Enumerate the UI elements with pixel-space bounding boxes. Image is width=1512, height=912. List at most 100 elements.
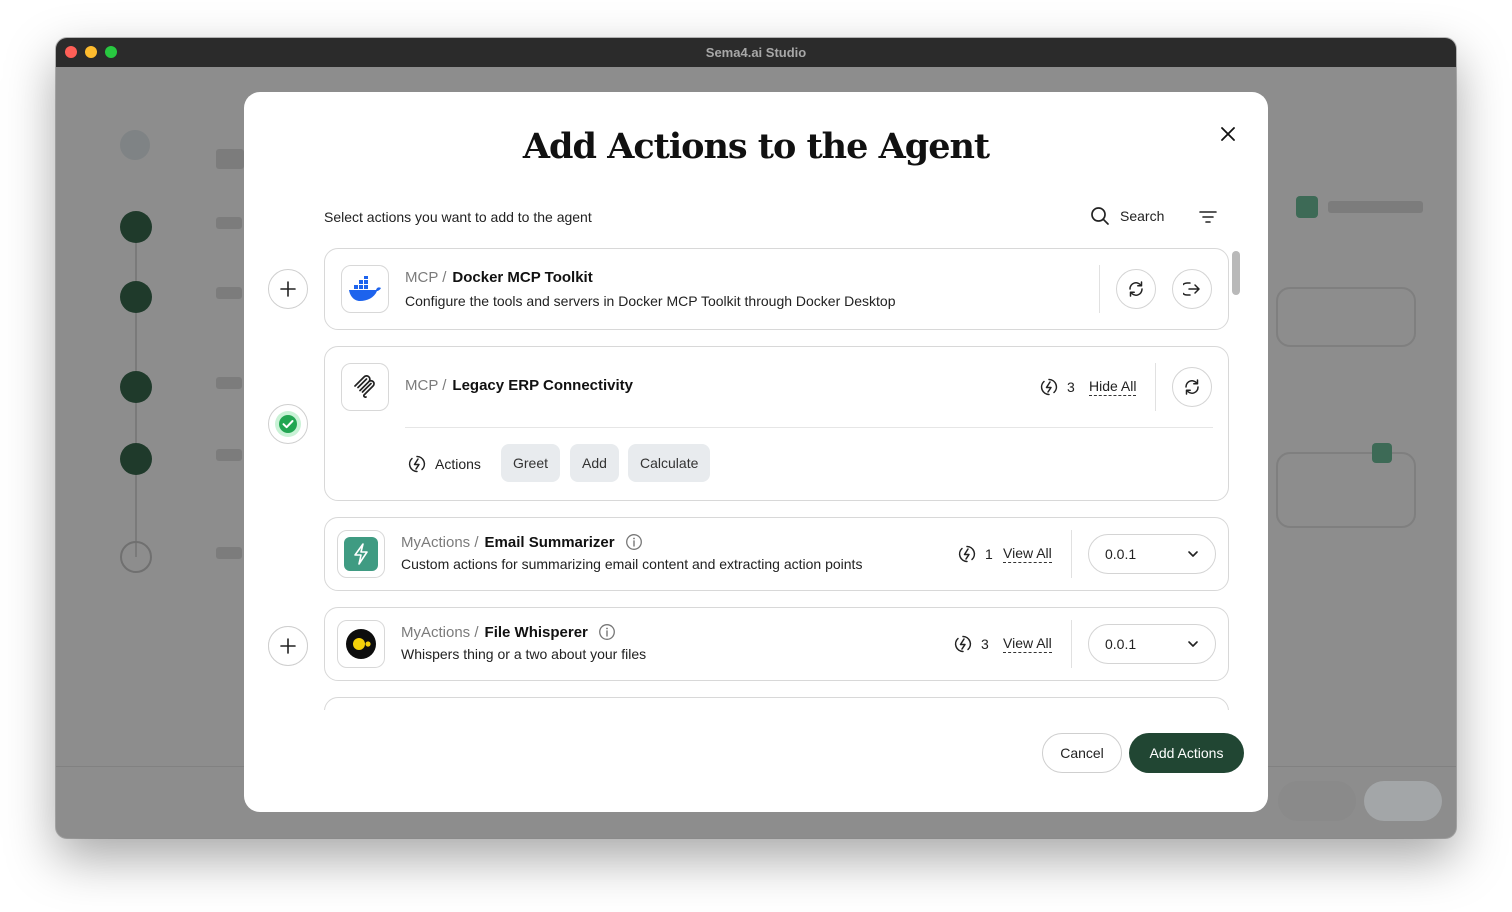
refresh-icon bbox=[1185, 379, 1199, 395]
action-chip-greet[interactable]: Greet bbox=[501, 444, 561, 482]
ghost-text bbox=[216, 149, 244, 169]
view-all-link[interactable]: View All bbox=[1003, 545, 1052, 563]
add-actions-button[interactable]: Add Actions bbox=[1129, 733, 1244, 773]
filter-icon bbox=[1199, 211, 1217, 223]
ghost-button bbox=[1278, 781, 1356, 821]
selected-action-toggle[interactable] bbox=[268, 404, 308, 444]
ghost-text bbox=[216, 449, 242, 461]
action-card-legacy-erp[interactable]: MCP / Legacy ERP Connectivity 3 Hide All… bbox=[324, 346, 1229, 501]
action-name: Email Summarizer bbox=[484, 533, 615, 551]
modal-title: Add Actions to the Agent bbox=[522, 126, 990, 167]
action-prefix: MCP / bbox=[405, 377, 447, 394]
ghost-text bbox=[216, 217, 242, 229]
divider bbox=[1071, 530, 1072, 578]
open-external-button[interactable] bbox=[1172, 269, 1212, 309]
docker-whale-icon bbox=[341, 265, 389, 313]
search-label: Search bbox=[1120, 208, 1165, 224]
search-button[interactable]: Search bbox=[1090, 206, 1164, 226]
check-circle-icon bbox=[275, 411, 301, 437]
ghost-button bbox=[1364, 781, 1442, 821]
info-icon[interactable] bbox=[625, 533, 643, 551]
refresh-button[interactable] bbox=[1116, 269, 1156, 309]
login-arrow-icon bbox=[1183, 282, 1200, 296]
action-card-partial[interactable] bbox=[324, 697, 1229, 710]
add-actions-modal: Add Actions to the Agent Select actions … bbox=[244, 92, 1268, 812]
version-select[interactable]: 0.0.1 bbox=[1088, 624, 1216, 664]
lightning-circle-icon bbox=[958, 545, 976, 563]
action-count-value: 1 bbox=[985, 546, 993, 562]
ghost-checkbox bbox=[1296, 196, 1318, 218]
action-card-email-summarizer[interactable]: MyActions / Email Summarizer Custom acti… bbox=[324, 517, 1229, 591]
actions-label-text: Actions bbox=[435, 456, 481, 472]
filter-button[interactable] bbox=[1198, 207, 1218, 227]
add-action-button[interactable] bbox=[268, 626, 308, 666]
version-value: 0.0.1 bbox=[1105, 546, 1137, 562]
lightning-logo-icon bbox=[337, 530, 385, 578]
window-title: Sema4.ai Studio bbox=[705, 45, 807, 60]
hide-all-link[interactable]: Hide All bbox=[1089, 378, 1137, 396]
ghost-box bbox=[1276, 287, 1416, 347]
action-card-file-whisperer[interactable]: MyActions / File Whisperer Whispers thin… bbox=[324, 607, 1229, 681]
action-name: Docker MCP Toolkit bbox=[452, 269, 593, 286]
wizard-step bbox=[120, 211, 152, 243]
action-chip-add[interactable]: Add bbox=[570, 444, 619, 482]
action-title: MCP / Docker MCP Toolkit bbox=[405, 269, 593, 286]
lightning-circle-icon bbox=[1040, 378, 1058, 396]
action-card-docker-mcp-toolkit[interactable]: MCP / Docker MCP Toolkit Configure the t… bbox=[324, 248, 1229, 330]
action-chip-calculate[interactable]: Calculate bbox=[628, 444, 711, 482]
divider bbox=[1071, 620, 1072, 668]
zoom-window-button[interactable] bbox=[105, 46, 117, 58]
lightning-circle-icon bbox=[954, 635, 972, 653]
chevron-down-icon bbox=[1188, 551, 1198, 557]
version-select[interactable]: 0.0.1 bbox=[1088, 534, 1216, 574]
refresh-button[interactable] bbox=[1172, 367, 1212, 407]
cancel-button[interactable]: Cancel bbox=[1042, 733, 1122, 773]
back-button bbox=[120, 130, 150, 160]
ghost-text bbox=[216, 547, 242, 559]
action-description: Configure the tools and servers in Docke… bbox=[405, 293, 896, 309]
wizard-step bbox=[120, 541, 152, 573]
title-bar: Sema4.ai Studio bbox=[56, 38, 1456, 67]
ghost-checkbox bbox=[1372, 443, 1392, 463]
action-description: Whispers thing or a two about your files bbox=[401, 646, 647, 662]
action-count-value: 3 bbox=[1067, 379, 1075, 395]
minimize-window-button[interactable] bbox=[85, 46, 97, 58]
action-count: 3 bbox=[1039, 377, 1075, 397]
action-name: File Whisperer bbox=[484, 623, 588, 641]
ghost-text bbox=[1328, 201, 1423, 213]
action-count: 1 bbox=[957, 544, 993, 564]
ghost-text bbox=[216, 287, 242, 299]
action-title: MyActions / Email Summarizer bbox=[401, 533, 643, 551]
chevron-down-icon bbox=[1188, 641, 1198, 647]
close-window-button[interactable] bbox=[65, 46, 77, 58]
divider bbox=[1099, 265, 1100, 313]
window-controls bbox=[65, 46, 117, 58]
ghost-box bbox=[1276, 452, 1416, 528]
refresh-icon bbox=[1129, 281, 1143, 297]
actions-label: Actions bbox=[407, 454, 481, 474]
whisperer-logo-icon bbox=[337, 620, 385, 668]
divider bbox=[405, 427, 1213, 428]
actions-list[interactable]: MCP / Docker MCP Toolkit Configure the t… bbox=[244, 248, 1268, 710]
modal-subtitle: Select actions you want to add to the ag… bbox=[324, 209, 592, 225]
add-action-button[interactable] bbox=[268, 269, 308, 309]
action-count: 3 bbox=[953, 634, 989, 654]
ghost-text bbox=[216, 377, 242, 389]
divider bbox=[1155, 363, 1156, 411]
plus-icon bbox=[280, 281, 296, 297]
wizard-step bbox=[120, 281, 152, 313]
action-prefix: MyActions / bbox=[401, 623, 479, 641]
plus-icon bbox=[280, 638, 296, 654]
action-count-value: 3 bbox=[981, 636, 989, 652]
action-title: MyActions / File Whisperer bbox=[401, 623, 616, 641]
action-prefix: MyActions / bbox=[401, 533, 479, 551]
close-icon bbox=[1221, 127, 1235, 141]
search-icon bbox=[1091, 207, 1109, 225]
close-modal-button[interactable] bbox=[1214, 120, 1242, 148]
list-scrollbar[interactable] bbox=[1232, 251, 1240, 295]
view-all-link[interactable]: View All bbox=[1003, 635, 1052, 653]
info-icon[interactable] bbox=[598, 623, 616, 641]
wizard-step bbox=[120, 371, 152, 403]
action-prefix: MCP / bbox=[405, 269, 447, 286]
mcp-logo-icon bbox=[341, 363, 389, 411]
